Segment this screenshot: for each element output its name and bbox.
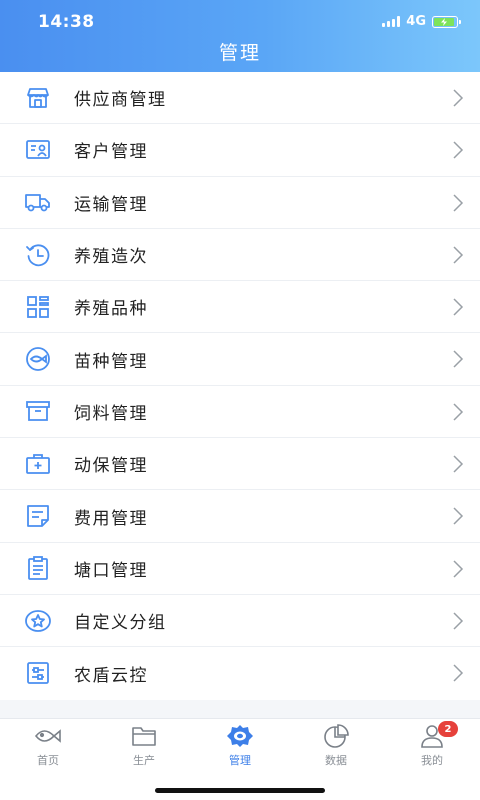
network-type: 4G [406,14,426,29]
menu-item-cloud-control[interactable]: 农盾云控 [0,647,480,699]
truck-icon [23,187,53,217]
menu-item-custom-group[interactable]: 自定义分组 [0,595,480,648]
history-icon [23,240,53,270]
header-bar: 14:38 4G 管理 [0,0,480,72]
chevron-right-icon [453,141,464,159]
menu-item-pond[interactable]: 塘口管理 [0,543,480,595]
archive-box-icon [23,396,53,426]
tab-label: 我的 [421,754,443,767]
note-icon [23,501,53,531]
chevron-right-icon [453,298,464,316]
menu-item-animal-health[interactable]: 动保管理 [0,438,480,491]
menu-item-breeding-batch[interactable]: 养殖造次 [0,229,480,282]
tab-home[interactable]: 首页 [0,723,96,773]
tab-production[interactable]: 生产 [96,723,192,773]
grid-icon [23,292,53,322]
menu-item-label: 养殖品种 [74,299,148,320]
menu-item-expense[interactable]: 费用管理 [0,490,480,543]
gear-icon [227,725,253,747]
menu-item-label: 塘口管理 [74,560,148,581]
pie-chart-icon [324,724,349,748]
menu-item-transport[interactable]: 运输管理 [0,177,480,229]
menu-item-feed[interactable]: 饲料管理 [0,386,480,439]
menu-item-fry[interactable]: 苗种管理 [0,333,480,386]
menu-item-label: 自定义分组 [74,613,167,634]
menu-item-label: 苗种管理 [74,351,148,372]
medical-kit-icon [23,449,53,479]
menu-item-label: 客户管理 [74,142,148,163]
menu-item-label: 运输管理 [74,194,148,215]
tab-label: 管理 [229,754,251,767]
tab-profile[interactable]: 2 我的 [384,721,480,773]
control-panel-icon [23,658,53,688]
tab-data[interactable]: 数据 [288,723,384,773]
signal-icon [382,16,401,27]
tab-label: 首页 [37,754,59,767]
menu-item-label: 动保管理 [74,456,148,477]
menu-item-label: 养殖造次 [74,247,148,268]
status-indicators: 4G [382,14,461,29]
chevron-right-icon [453,194,464,212]
menu-item-label: 饲料管理 [74,403,148,424]
chevron-right-icon [453,507,464,525]
home-indicator [155,788,325,793]
chevron-right-icon [453,664,464,682]
fish-icon [23,344,53,374]
chevron-right-icon [453,89,464,107]
chevron-right-icon [453,246,464,264]
id-card-icon [23,135,53,165]
store-icon [23,83,53,113]
tab-label: 生产 [133,754,155,767]
notification-badge: 2 [438,721,458,737]
chevron-right-icon [453,560,464,578]
management-menu: 供应商管理 客户管理 运输管理 养殖造次 养殖品种 苗种管理 饲料管理 动保管理… [0,72,480,700]
chevron-right-icon [453,455,464,473]
menu-item-label: 费用管理 [74,508,148,529]
battery-level [434,17,454,26]
menu-item-label: 农盾云控 [74,665,148,686]
battery-icon [432,15,461,28]
folder-icon [132,727,156,746]
status-time: 14:38 [38,12,95,32]
chevron-right-icon [453,403,464,421]
tab-label: 数据 [325,754,347,767]
chevron-right-icon [453,350,464,369]
menu-item-supplier[interactable]: 供应商管理 [0,72,480,125]
star-badge-icon [23,606,53,636]
page-title: 管理 [218,42,261,64]
tab-management[interactable]: 管理 [192,723,288,773]
menu-item-label: 供应商管理 [74,90,167,111]
clipboard-icon [23,553,53,583]
menu-item-breeding-species[interactable]: 养殖品种 [0,281,480,334]
menu-item-customer[interactable]: 客户管理 [0,124,480,177]
fish-home-icon [34,729,61,743]
chevron-right-icon [453,612,464,630]
